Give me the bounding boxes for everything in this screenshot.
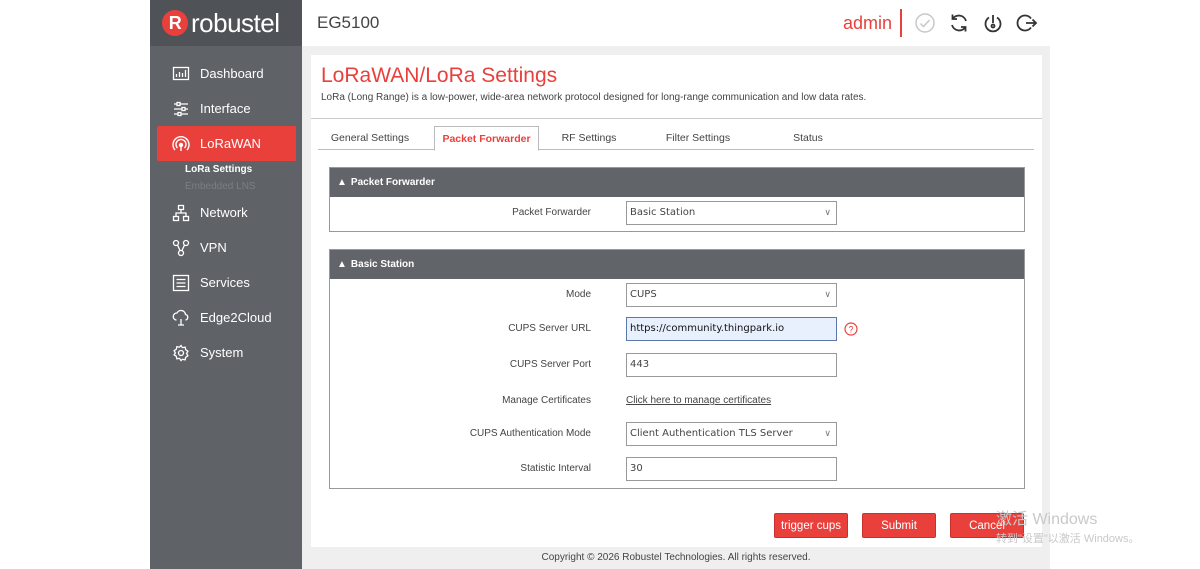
- submit-button[interactable]: Submit: [862, 513, 936, 538]
- section-header[interactable]: ▲ Packet Forwarder: [330, 168, 1024, 197]
- page-description: LoRa (Long Range) is a low-power, wide-a…: [321, 92, 867, 103]
- tab-status[interactable]: Status: [772, 126, 844, 150]
- tab-packet-forwarder[interactable]: Packet Forwarder: [434, 126, 539, 151]
- sliders-icon: [172, 100, 190, 118]
- sidebar-item-label: VPN: [200, 240, 227, 255]
- select-value: CUPS: [630, 289, 657, 300]
- form-row: CUPS Authentication Mode Client Authenti…: [330, 422, 1024, 446]
- section-title: Basic Station: [350, 259, 415, 270]
- form-row: CUPS Server Port 443: [330, 353, 1024, 377]
- field-label: CUPS Authentication Mode: [469, 428, 591, 439]
- form-row: Packet Forwarder Basic Station ∨: [330, 201, 1024, 225]
- vpn-icon: [172, 239, 190, 257]
- subnav-item-embedded-lns[interactable]: Embedded LNS: [185, 178, 302, 195]
- manage-certificates-link[interactable]: Click here to manage certificates: [626, 395, 771, 406]
- section-title: Packet Forwarder: [350, 177, 435, 188]
- divider: [311, 118, 1042, 119]
- mode-select[interactable]: CUPS ∨: [626, 283, 837, 307]
- packet-forwarder-select[interactable]: Basic Station ∨: [626, 201, 837, 225]
- field-label: Manage Certificates: [502, 395, 591, 406]
- packet-forwarder-section: ▲ Packet Forwarder Packet Forwarder Basi…: [329, 167, 1025, 232]
- top-header: EG5100 admin: [302, 0, 1050, 46]
- sidebar-item-interface[interactable]: Interface: [150, 91, 296, 126]
- sidebar-nav: Dashboard Interface LoRaWAN LoRa Setting…: [150, 46, 302, 370]
- help-icon[interactable]: ?: [844, 322, 858, 336]
- wireless-icon: [172, 135, 190, 153]
- sidebar-item-lorawan[interactable]: LoRaWAN: [157, 126, 296, 161]
- field-label: Mode: [565, 289, 591, 300]
- logo-mark: R: [162, 10, 188, 36]
- cups-server-port-input[interactable]: 443: [626, 353, 837, 377]
- logo[interactable]: R robustel: [150, 0, 302, 46]
- select-value: Basic Station: [630, 207, 696, 218]
- statistic-interval-input[interactable]: 30: [626, 457, 837, 481]
- field-label: CUPS Server URL: [508, 323, 591, 334]
- field-label: Statistic Interval: [520, 463, 591, 474]
- check-circle-icon[interactable]: [914, 12, 936, 34]
- section-header[interactable]: ▲ Basic Station: [330, 250, 1024, 279]
- sidebar: R robustel Dashboard Interface LoRaWAN L…: [150, 0, 302, 569]
- services-icon: [172, 274, 190, 292]
- header-actions: admin: [843, 9, 1038, 37]
- power-icon[interactable]: [982, 12, 1004, 34]
- chevron-down-icon: ∨: [824, 290, 831, 300]
- chevron-down-icon: ∨: [824, 208, 831, 218]
- sidebar-item-label: LoRaWAN: [200, 136, 261, 151]
- sidebar-item-label: Services: [200, 275, 250, 290]
- tab-filter-settings[interactable]: Filter Settings: [652, 126, 744, 150]
- sidebar-item-label: System: [200, 345, 244, 360]
- sidebar-item-dashboard[interactable]: Dashboard: [150, 56, 296, 91]
- device-model: EG5100: [317, 13, 380, 32]
- sidebar-item-network[interactable]: Network: [150, 195, 296, 230]
- svg-text:?: ?: [848, 324, 853, 334]
- gear-icon: [172, 343, 190, 362]
- watermark-line-2: 转到"设置"以激活 Windows。: [996, 533, 1140, 545]
- sidebar-item-label: Network: [200, 205, 248, 220]
- trigger-cups-button[interactable]: trigger cups: [774, 513, 848, 538]
- tab-rf-settings[interactable]: RF Settings: [548, 126, 630, 150]
- page-title: LoRaWAN/LoRa Settings: [321, 64, 558, 87]
- sidebar-item-label: Dashboard: [200, 66, 264, 81]
- sidebar-item-edge2cloud[interactable]: Edge2Cloud: [150, 300, 296, 335]
- windows-activation-watermark: 激活 Windows 转到"设置"以激活 Windows。: [996, 505, 1140, 546]
- tab-bar: General Settings Packet Forwarder RF Set…: [318, 126, 1034, 151]
- form-row: Manage Certificates Click here to manage…: [330, 389, 1024, 413]
- footer-copyright: Copyright © 2026 Robustel Technologies. …: [541, 552, 811, 563]
- field-label: Packet Forwarder: [512, 207, 591, 218]
- cloud-icon: [172, 309, 190, 327]
- logout-icon[interactable]: [1016, 12, 1038, 34]
- select-value: Client Authentication TLS Server: [630, 428, 793, 439]
- dashboard-icon: [172, 65, 190, 83]
- main-content: LoRaWAN/LoRa Settings LoRa (Long Range) …: [311, 55, 1042, 547]
- logo-text: robustel: [191, 7, 280, 38]
- form-row: CUPS Server URL https://community.thingp…: [330, 317, 1024, 341]
- chevron-up-icon: ▲: [337, 177, 347, 188]
- cups-auth-mode-select[interactable]: Client Authentication TLS Server ∨: [626, 422, 837, 446]
- sidebar-item-label: Edge2Cloud: [200, 310, 272, 325]
- sidebar-subnav: LoRa Settings Embedded LNS: [150, 161, 302, 195]
- tab-general-settings[interactable]: General Settings: [318, 126, 422, 150]
- field-label: CUPS Server Port: [509, 359, 591, 370]
- refresh-icon[interactable]: [948, 12, 970, 34]
- network-icon: [172, 204, 190, 222]
- sidebar-item-services[interactable]: Services: [150, 265, 296, 300]
- sidebar-item-system[interactable]: System: [150, 335, 296, 370]
- sidebar-item-vpn[interactable]: VPN: [150, 230, 296, 265]
- watermark-line-1: 激活 Windows: [996, 511, 1098, 528]
- sidebar-item-label: Interface: [200, 101, 251, 116]
- user-name[interactable]: admin: [843, 9, 902, 37]
- chevron-down-icon: ∨: [824, 429, 831, 439]
- subnav-item-lora-settings[interactable]: LoRa Settings: [185, 161, 302, 178]
- basic-station-section: ▲ Basic Station Mode CUPS ∨ CUPS Server …: [329, 249, 1025, 489]
- form-row: Mode CUPS ∨: [330, 283, 1024, 307]
- cups-server-url-input[interactable]: https://community.thingpark.io: [626, 317, 837, 341]
- chevron-up-icon: ▲: [337, 259, 347, 270]
- form-row: Statistic Interval 30: [330, 457, 1024, 481]
